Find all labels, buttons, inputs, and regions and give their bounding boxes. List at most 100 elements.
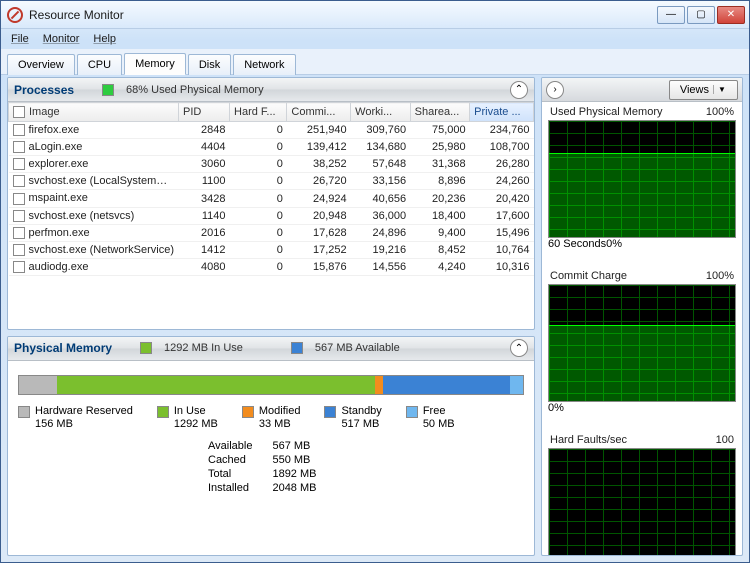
physical-collapse-button[interactable]: ⌃ bbox=[510, 339, 528, 357]
menubar: File Monitor Help bbox=[1, 29, 749, 49]
membar-modified bbox=[375, 376, 383, 394]
processes-table-scroll[interactable]: Image PID Hard F... Commi... Worki... Sh… bbox=[8, 102, 534, 329]
physical-title: Physical Memory bbox=[14, 341, 112, 355]
row-checkbox[interactable] bbox=[13, 158, 25, 170]
processes-stat: 68% Used Physical Memory bbox=[126, 84, 264, 96]
chart-area bbox=[548, 120, 736, 238]
inuse-swatch-icon bbox=[140, 342, 152, 354]
row-checkbox[interactable] bbox=[13, 175, 25, 187]
processes-table: Image PID Hard F... Commi... Worki... Sh… bbox=[8, 102, 534, 276]
titlebar[interactable]: Resource Monitor — ▢ ✕ bbox=[1, 1, 749, 29]
table-row[interactable]: mspaint.exe3428024,92440,65620,23620,420 bbox=[9, 190, 534, 207]
legend-inuse: In Use1292 MB bbox=[157, 405, 218, 431]
processes-panel: Processes 68% Used Physical Memory ⌃ Ima… bbox=[7, 77, 535, 330]
minimize-button[interactable]: — bbox=[657, 6, 685, 24]
processes-header[interactable]: Processes 68% Used Physical Memory ⌃ bbox=[8, 78, 534, 102]
menu-file[interactable]: File bbox=[11, 33, 29, 45]
physical-body: Hardware Reserved156 MB In Use1292 MB Mo… bbox=[8, 361, 534, 503]
window-title: Resource Monitor bbox=[29, 8, 124, 22]
processes-title: Processes bbox=[14, 83, 74, 97]
right-column: › Views▼ Used Physical Memory 100% 60 Seco… bbox=[541, 77, 743, 556]
chart-max: 100% bbox=[706, 270, 734, 282]
totals-labels: Available Cached Total Installed bbox=[208, 439, 252, 495]
charts-collapse-button[interactable]: › bbox=[546, 81, 564, 99]
charts-header: › Views▼ bbox=[542, 78, 742, 102]
select-all-checkbox[interactable] bbox=[13, 106, 25, 118]
window-buttons: — ▢ ✕ bbox=[657, 6, 745, 24]
memory-totals: Available Cached Total Installed 567 MB … bbox=[208, 439, 524, 495]
row-checkbox[interactable] bbox=[13, 193, 25, 205]
legend-standby: Standby517 MB bbox=[324, 405, 381, 431]
square-icon bbox=[18, 406, 30, 418]
table-row[interactable]: audiodg.exe4080015,87614,5564,24010,316 bbox=[9, 258, 534, 275]
tab-network[interactable]: Network bbox=[233, 54, 295, 75]
row-checkbox[interactable] bbox=[13, 210, 25, 222]
col-private[interactable]: Private ... bbox=[470, 103, 534, 122]
row-checkbox[interactable] bbox=[13, 227, 25, 239]
table-row[interactable]: perfmon.exe2016017,62824,8969,40015,496 bbox=[9, 224, 534, 241]
app-icon bbox=[7, 7, 23, 23]
row-checkbox[interactable] bbox=[13, 244, 25, 256]
table-row[interactable]: firefox.exe28480251,940309,76075,000234,… bbox=[9, 122, 534, 139]
menu-monitor[interactable]: Monitor bbox=[43, 33, 80, 45]
chart-title: Used Physical Memory bbox=[550, 106, 662, 118]
chart-max: 100% bbox=[706, 106, 734, 118]
tab-cpu[interactable]: CPU bbox=[77, 54, 122, 75]
col-image[interactable]: Image bbox=[9, 103, 179, 122]
col-commit[interactable]: Commi... bbox=[287, 103, 351, 122]
left-column: Processes 68% Used Physical Memory ⌃ Ima… bbox=[7, 77, 535, 556]
processes-collapse-button[interactable]: ⌃ bbox=[510, 81, 528, 99]
membar-free bbox=[510, 376, 523, 394]
resource-monitor-window: Resource Monitor — ▢ ✕ File Monitor Help… bbox=[0, 0, 750, 563]
tab-overview[interactable]: Overview bbox=[7, 54, 75, 75]
chart-2: Hard Faults/sec100ʌʌ.ʌ0 bbox=[548, 434, 736, 555]
chart-max: 100 bbox=[716, 434, 734, 446]
close-button[interactable]: ✕ bbox=[717, 6, 745, 24]
col-hardfaults[interactable]: Hard F... bbox=[230, 103, 287, 122]
row-checkbox[interactable] bbox=[13, 141, 25, 153]
membar-hw bbox=[19, 376, 57, 394]
square-icon bbox=[242, 406, 254, 418]
content-area: Processes 68% Used Physical Memory ⌃ Ima… bbox=[7, 77, 743, 556]
chart-title: Commit Charge bbox=[550, 270, 627, 282]
tabbar: Overview CPU Memory Disk Network bbox=[1, 49, 749, 75]
memory-legend: Hardware Reserved156 MB In Use1292 MB Mo… bbox=[18, 405, 524, 431]
membar-standby bbox=[383, 376, 510, 394]
chart-1: Commit Charge100%0% bbox=[548, 270, 736, 428]
chart-area: ʌʌ.ʌ bbox=[548, 448, 736, 555]
membar-inuse bbox=[57, 376, 375, 394]
chart-area bbox=[548, 284, 736, 402]
table-row[interactable]: explorer.exe3060038,25257,64831,36826,28… bbox=[9, 156, 534, 173]
table-row[interactable]: svchost.exe (LocalSystemNet...1100026,72… bbox=[9, 173, 534, 190]
col-pid[interactable]: PID bbox=[179, 103, 230, 122]
tab-memory[interactable]: Memory bbox=[124, 53, 186, 75]
legend-hw: Hardware Reserved156 MB bbox=[18, 405, 133, 431]
avail-swatch-icon bbox=[291, 342, 303, 354]
table-row[interactable]: aLogin.exe44040139,412134,68025,980108,7… bbox=[9, 139, 534, 156]
col-shareable[interactable]: Sharea... bbox=[410, 103, 470, 122]
charts-panel: › Views▼ Used Physical Memory 100% 60 Seco… bbox=[541, 77, 743, 556]
memory-bar bbox=[18, 375, 524, 395]
chevron-down-icon: ▼ bbox=[713, 85, 727, 94]
chart-bottom-left: 60 Seconds bbox=[548, 238, 606, 250]
chart-title: Hard Faults/sec bbox=[550, 434, 627, 446]
square-icon bbox=[324, 406, 336, 418]
views-button[interactable]: Views▼ bbox=[669, 80, 738, 100]
col-working[interactable]: Worki... bbox=[351, 103, 411, 122]
charts-body: Used Physical Memory100%60 Seconds0%Comm… bbox=[542, 102, 742, 555]
row-checkbox[interactable] bbox=[13, 124, 25, 136]
row-checkbox[interactable] bbox=[13, 261, 25, 273]
table-row[interactable]: svchost.exe (netsvcs)1140020,94836,00018… bbox=[9, 207, 534, 224]
tab-disk[interactable]: Disk bbox=[188, 54, 231, 75]
legend-modified: Modified33 MB bbox=[242, 405, 301, 431]
memory-swatch-icon bbox=[102, 84, 114, 96]
physical-header[interactable]: Physical Memory 1292 MB In Use 567 MB Av… bbox=[8, 337, 534, 361]
physical-avail-stat: 567 MB Available bbox=[315, 342, 400, 354]
maximize-button[interactable]: ▢ bbox=[687, 6, 715, 24]
square-icon bbox=[157, 406, 169, 418]
menu-help[interactable]: Help bbox=[93, 33, 116, 45]
square-icon bbox=[406, 406, 418, 418]
legend-free: Free50 MB bbox=[406, 405, 455, 431]
table-row[interactable]: svchost.exe (NetworkService)1412017,2521… bbox=[9, 241, 534, 258]
totals-values: 567 MB 550 MB 1892 MB 2048 MB bbox=[272, 439, 316, 495]
